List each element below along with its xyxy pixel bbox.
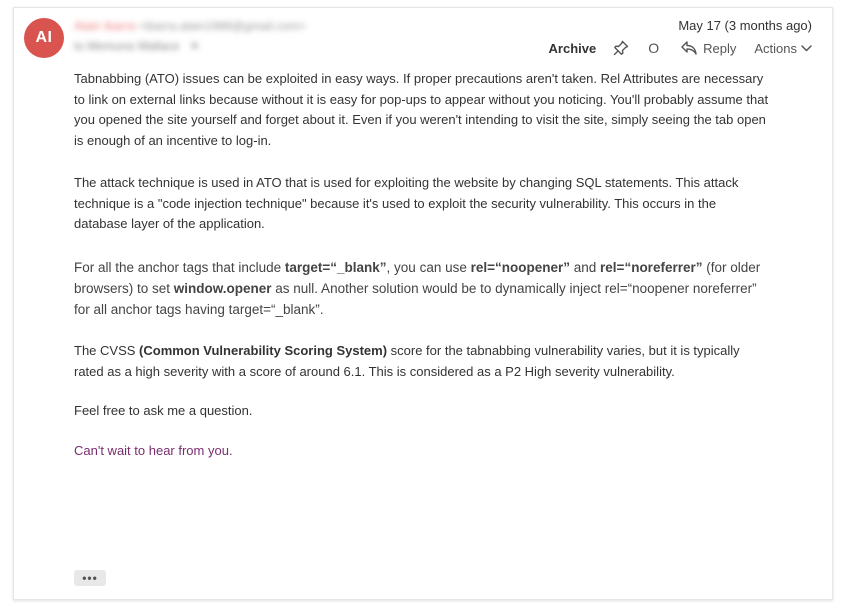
- p4-text-1: The CVSS: [74, 342, 140, 358]
- body-paragraph-6: Can't wait to hear from you.: [74, 442, 233, 458]
- avatar[interactable]: AI: [24, 18, 64, 58]
- body-paragraph-2: The attack technique is used in ATO that…: [74, 174, 739, 232]
- message-toolbar: Archive O Reply Actions: [549, 38, 812, 58]
- recipient-text: to Memuna Wallace: [74, 39, 180, 53]
- mark-status-icon[interactable]: O: [648, 40, 659, 56]
- p3-text-3: and: [570, 259, 601, 275]
- p3-bold-4: window.opener: [173, 280, 272, 296]
- p3-bold-1: target=“_blank”: [284, 259, 387, 275]
- actions-label: Actions: [754, 40, 797, 56]
- recipient-line[interactable]: to Memuna Wallace ✕: [74, 39, 200, 53]
- p3-bold-3: rel=“noreferrer”: [600, 259, 703, 275]
- message-body: Tabnabbing (ATO) issues can be exploited…: [74, 69, 769, 461]
- sender-name: Alain Ibarra: [74, 19, 136, 33]
- chevron-down-icon: [801, 44, 812, 51]
- show-trimmed-content-button[interactable]: •••: [74, 570, 106, 586]
- reply-label: Reply: [703, 40, 737, 56]
- p3-bold-2: rel=“noopener”: [470, 259, 571, 275]
- body-paragraph-5: Feel free to ask me a question.: [74, 402, 253, 418]
- archive-button[interactable]: Archive: [549, 41, 597, 56]
- pin-icon[interactable]: [612, 39, 630, 57]
- body-paragraph-3: For all the anchor tags that include tar…: [74, 257, 769, 320]
- p4-bold-1: (Common Vulnerability Scoring System): [139, 342, 388, 358]
- message-date: May 17 (3 months ago): [678, 18, 812, 33]
- p3-text-2: , you can use: [386, 259, 471, 275]
- recipient-extra-icon: ✕: [189, 39, 200, 53]
- body-paragraph-1: Tabnabbing (ATO) issues can be exploited…: [74, 71, 769, 149]
- email-message-card: AI Alain Ibarra <ibarra.alain1988@gmail.…: [13, 7, 833, 600]
- reply-icon: [681, 41, 697, 55]
- actions-menu[interactable]: Actions: [754, 41, 812, 56]
- sender-line[interactable]: Alain Ibarra <ibarra.alain1988@gmail.com…: [74, 19, 306, 33]
- p3-text-1: For all the anchor tags that include: [74, 259, 285, 275]
- sender-email: <ibarra.alain1988@gmail.com>: [138, 19, 306, 33]
- body-paragraph-4: The CVSS (Common Vulnerability Scoring S…: [74, 340, 769, 382]
- reply-button[interactable]: Reply: [681, 41, 736, 56]
